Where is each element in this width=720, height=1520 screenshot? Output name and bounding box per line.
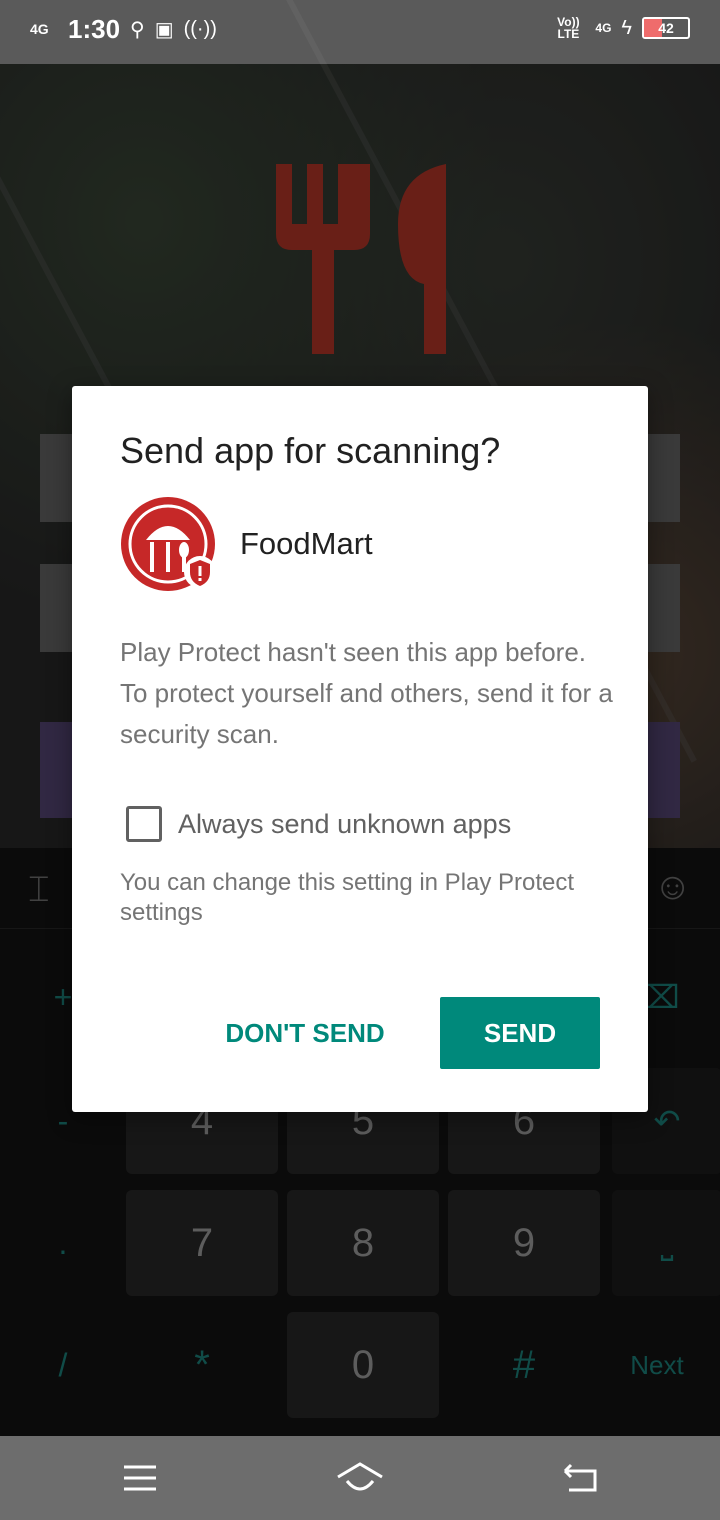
app-name: FoodMart bbox=[240, 526, 373, 561]
network-type: 4G bbox=[30, 21, 49, 37]
always-send-checkbox[interactable] bbox=[126, 806, 162, 842]
dialog-title: Send app for scanning? bbox=[120, 430, 501, 471]
status-bar: 4G 1:30 ⚲ ▣ ((·)) Vo)) LTE 4G ϟ 42 bbox=[0, 0, 720, 64]
foodmart-app-icon bbox=[121, 497, 216, 591]
battery-indicator: 42 bbox=[642, 17, 690, 39]
network-indicator: 4G bbox=[595, 21, 612, 35]
checkbox-label: Always send unknown apps bbox=[178, 808, 512, 839]
clock: 1:30 bbox=[68, 14, 121, 44]
settings-note: You can change this setting in Play Prot… bbox=[120, 869, 575, 926]
home-icon[interactable] bbox=[330, 1456, 390, 1500]
volte-indicator: Vo)) LTE bbox=[557, 15, 580, 41]
back-icon[interactable] bbox=[550, 1456, 610, 1500]
play-protect-dialog: Send app for scanning? FoodMart Play Pro… bbox=[72, 386, 648, 1112]
dialog-message: Play Protect hasn't seen this app before… bbox=[120, 637, 613, 749]
always-send-option[interactable]: Always send unknown apps bbox=[126, 806, 511, 842]
dont-send-button[interactable]: DON'T SEND bbox=[212, 998, 398, 1068]
send-button[interactable]: SEND bbox=[440, 997, 600, 1069]
battery-level: 42 bbox=[658, 20, 674, 36]
usb-debug-icon: ▣ bbox=[154, 19, 174, 41]
charging-icon: ϟ bbox=[621, 16, 632, 39]
hotspot-icon: ((·)) bbox=[183, 18, 217, 40]
menu-icon[interactable] bbox=[110, 1456, 170, 1500]
usb-icon: ⚲ bbox=[130, 19, 145, 41]
navigation-bar bbox=[0, 1436, 720, 1520]
